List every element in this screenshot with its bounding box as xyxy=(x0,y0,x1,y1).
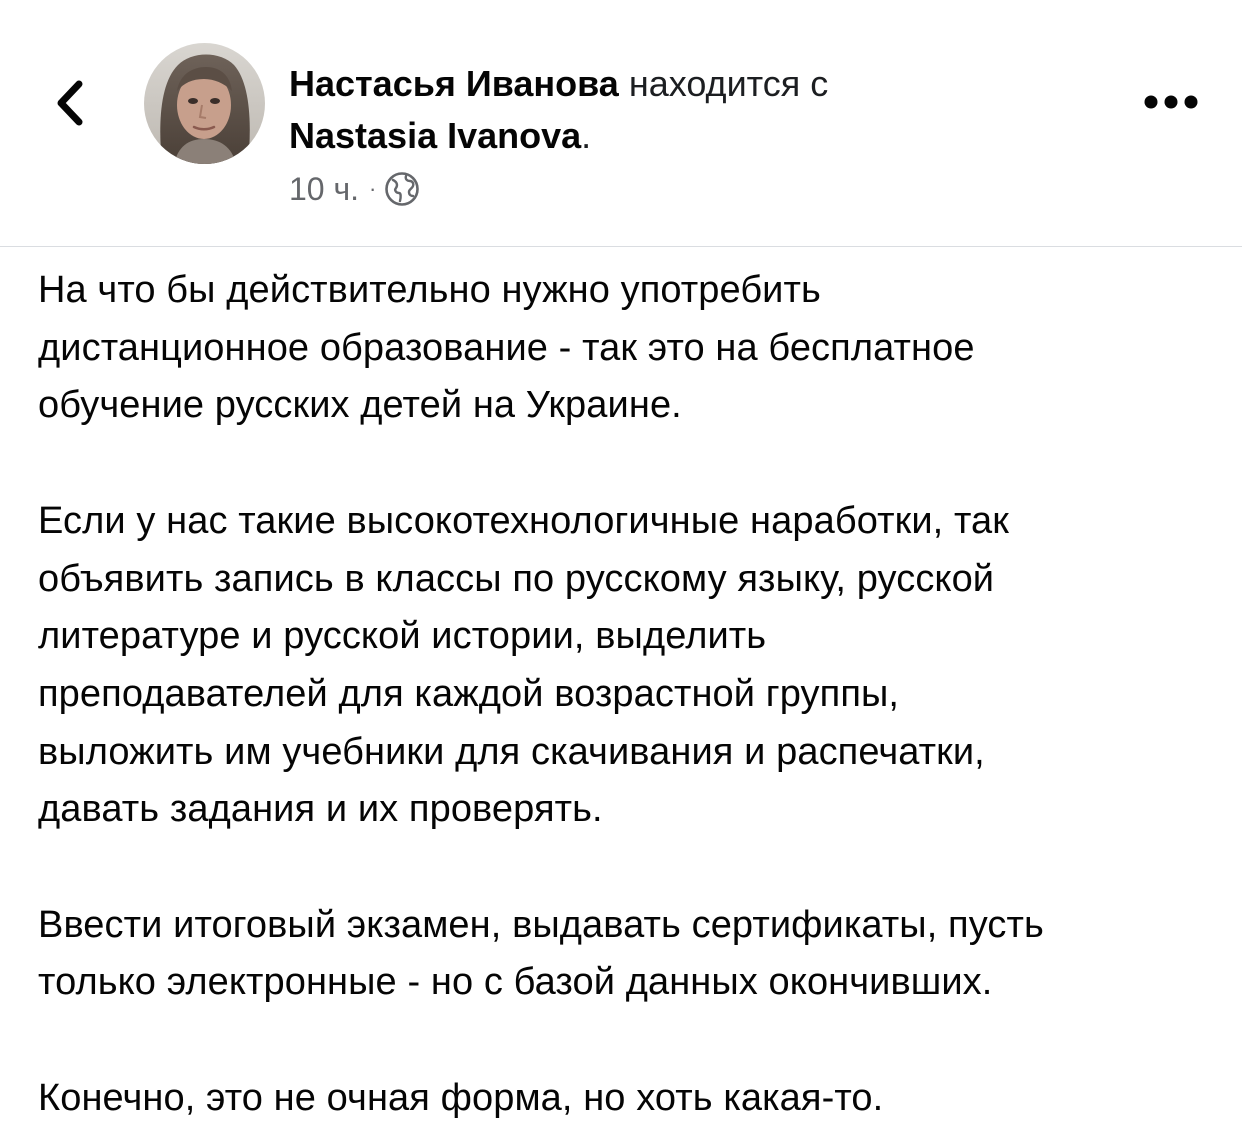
post-author-line: Настасья Иванова находится с Nastasia Iv… xyxy=(289,58,1109,162)
chevron-left-icon xyxy=(57,80,83,126)
author-name[interactable]: Настасья Иванова xyxy=(289,63,619,104)
tagged-name[interactable]: Nastasia Ivanova xyxy=(289,115,581,156)
post-paragraph: На что бы действительно нужно употребить… xyxy=(38,269,975,427)
more-options-button[interactable] xyxy=(1136,82,1206,122)
with-text: находится с xyxy=(618,63,829,104)
post-text: На что бы действительно нужно употребить… xyxy=(38,262,1218,1128)
post-time[interactable]: 10 ч. xyxy=(289,171,359,208)
post-header: Настасья Иванова находится с Nastasia Iv… xyxy=(0,0,1242,247)
avatar-image xyxy=(144,43,265,164)
back-button[interactable] xyxy=(40,68,100,138)
more-horizontal-icon xyxy=(1144,95,1198,109)
avatar[interactable] xyxy=(144,43,265,164)
globe-icon[interactable] xyxy=(384,171,420,207)
tagged-suffix: . xyxy=(581,115,592,156)
post-paragraph: Конечно, это не очная форма, но хоть как… xyxy=(38,1076,884,1119)
post-paragraph: Ввести итоговый экзамен, выдавать сертиф… xyxy=(38,903,1044,1004)
meta-separator: · xyxy=(369,176,377,201)
post-paragraph: Если у нас такие высокотехнологичные нар… xyxy=(38,499,1010,831)
post-meta: 10 ч. · xyxy=(289,167,420,211)
